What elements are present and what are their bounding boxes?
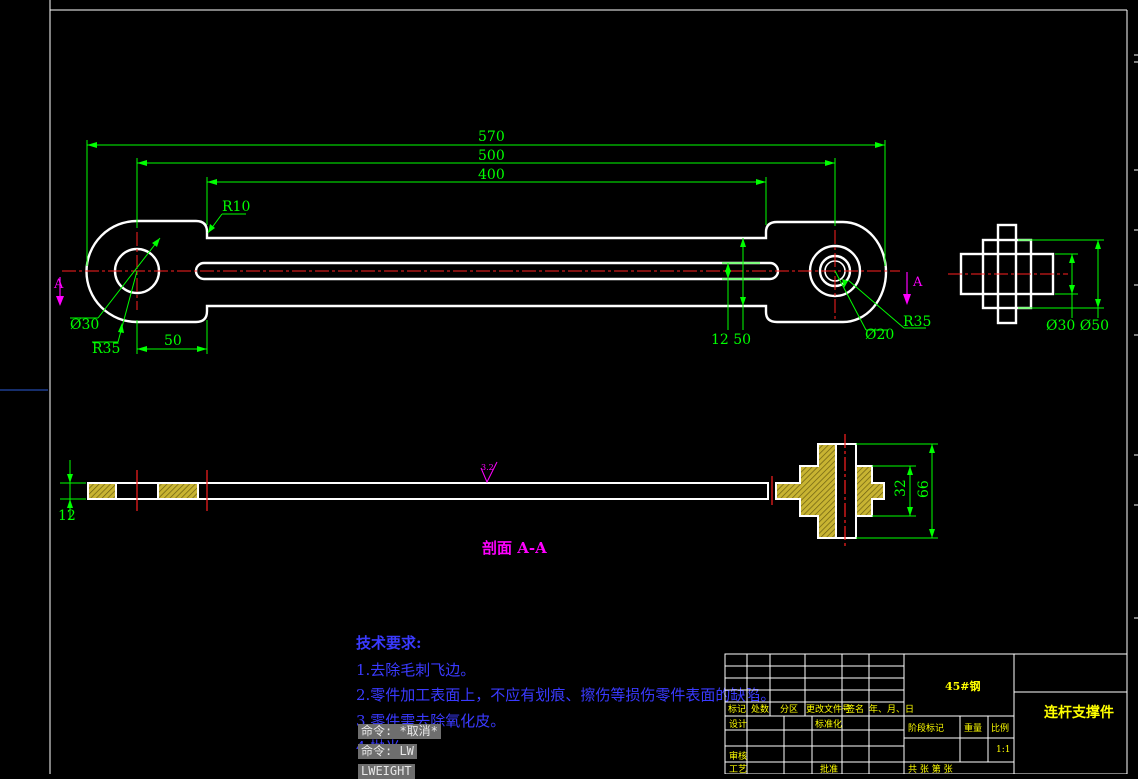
drawing-canvas[interactable]: A A 570 500 400 R10 Ø30 R35 50 12 50 Ø20… (0, 0, 1138, 774)
section-hatch-left (89, 484, 116, 498)
svg-text:A: A (53, 277, 64, 292)
frame-edge-ticks (1134, 54, 1138, 619)
command-history-line-2: 命令: LW (358, 744, 417, 759)
dim-12-section: 12 (58, 508, 76, 524)
section-bore (835, 443, 857, 539)
section-mark-right: A (903, 272, 923, 305)
tb-r-design: 设计 (729, 718, 747, 730)
dim-400: 400 (478, 167, 505, 183)
notes-line-2: 2.零件加工表面上，不应有划痕、擦伤等损伤零件表面的缺陷。 (356, 686, 775, 704)
tb-h-sign: 签名 (846, 703, 864, 715)
tb-part-name: 连杆支撑件 (1044, 704, 1114, 721)
drawing-frame (0, 0, 1128, 774)
front-view[interactable]: A A 570 500 400 R10 Ø30 R35 50 12 50 Ø20… (53, 129, 931, 357)
dim-500: 500 (478, 148, 505, 164)
dim-r10: R10 (222, 199, 250, 215)
section-break-lines (136, 434, 846, 548)
tb-h-mark: 标记 (728, 703, 746, 715)
section-mark-left: A (53, 277, 64, 306)
tb-r-process: 工艺 (729, 764, 747, 774)
tb-scale-value: 1:1 (996, 745, 1010, 755)
side-view[interactable]: Ø30 Ø50 (948, 223, 1109, 334)
tb-h-zone: 分区 (780, 704, 798, 715)
tb-r-standard: 标准化 (815, 718, 842, 730)
centerlines (62, 230, 900, 322)
tb-stage-label: 阶段标记 (908, 722, 944, 734)
tb-material: 45#钢 (945, 679, 981, 693)
dim-d20: Ø20 (865, 327, 894, 343)
dim-r35-right: R35 (903, 314, 931, 330)
dim-570: 570 (478, 129, 505, 145)
tb-sheets: 共 张 第 张 (908, 763, 953, 774)
tb-weight-label: 重量 (964, 722, 982, 734)
dim-12-50: 12 50 (711, 332, 751, 348)
section-view[interactable]: 3.2 12 32 66 剖面 A-A (58, 434, 938, 557)
notes-title: 技术要求: (356, 634, 422, 652)
tb-r-approve: 批准 (820, 763, 838, 774)
tb-h-date: 年、月、日 (869, 703, 914, 715)
section-caption: 剖面 A-A (482, 539, 547, 557)
svg-text:A: A (912, 275, 923, 290)
tb-h-docno: 更改文件号 (806, 703, 851, 715)
notes-line-1: 1.去除毛刺飞边。 (356, 661, 475, 679)
dim-50-bottom: 50 (164, 333, 182, 349)
title-block[interactable]: 标记 处数 分区 更改文件号 签名 年、月、日 设计 标准化 审核 工艺 批准 … (724, 653, 1128, 774)
command-history-line-1: 命令: *取消* (358, 724, 441, 739)
weld-mark: 3.2 (481, 463, 494, 472)
tb-h-count: 处数 (751, 703, 769, 715)
command-input-line[interactable]: LWEIGHT (358, 764, 415, 779)
dim-d30-left: Ø30 (70, 317, 99, 333)
section-hatch-mid (158, 484, 198, 498)
dim-r35-left: R35 (92, 341, 120, 357)
tb-r-review: 审核 (729, 750, 747, 762)
section-boss-hatch (775, 443, 885, 539)
tb-scale-label: 比例 (991, 722, 1009, 734)
dim-32: 32 (893, 479, 909, 497)
dim-66: 66 (916, 480, 932, 498)
dim-d30-d50: Ø30 Ø50 (1046, 318, 1109, 334)
